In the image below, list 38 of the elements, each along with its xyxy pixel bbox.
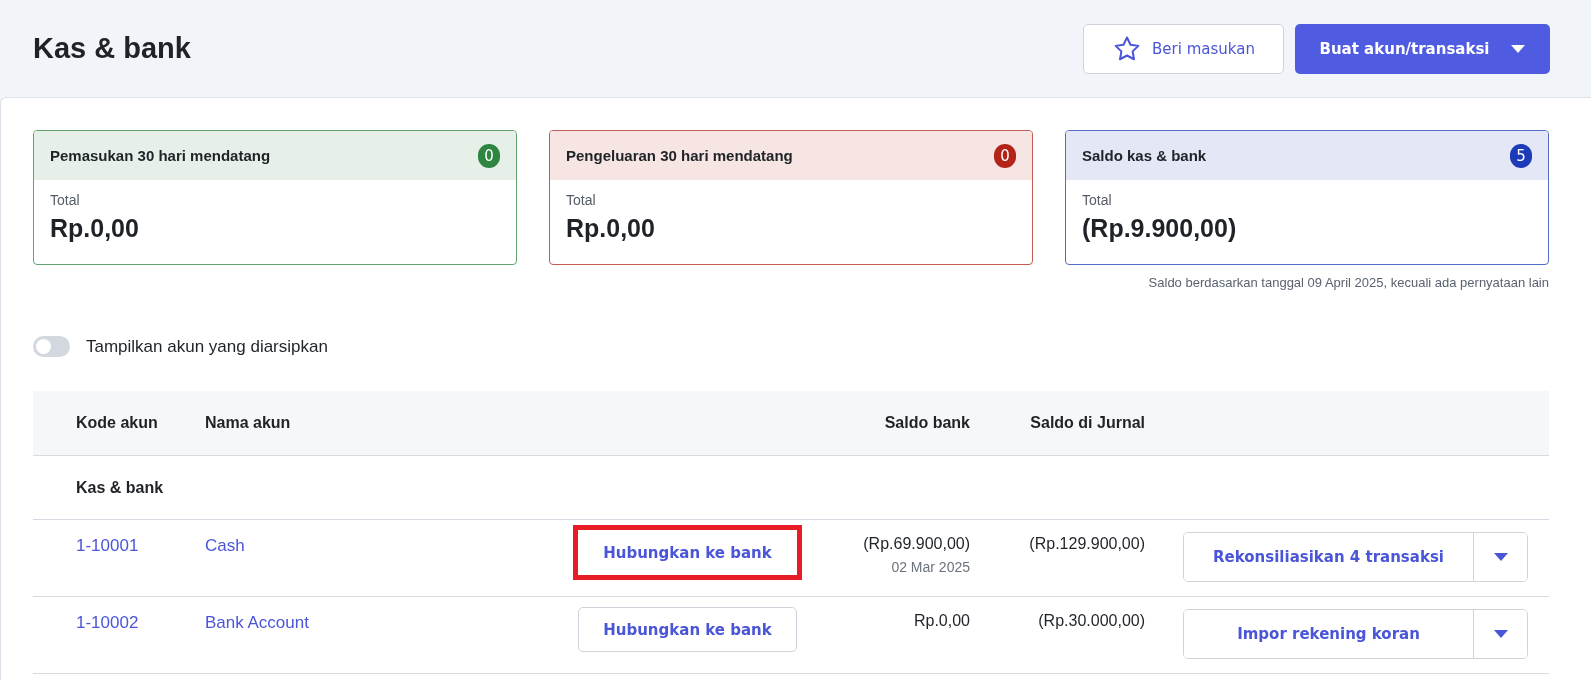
count-badge: 0 <box>478 143 500 168</box>
caret-icon <box>1493 553 1508 561</box>
balance-date: 02 Mar 2025 <box>891 559 970 575</box>
toggle-label: Tampilkan akun yang diarsipkan <box>86 336 328 357</box>
total-amount: Rp.0,00 <box>566 214 656 243</box>
balance-note: Saldo berdasarkan tanggal 09 April 2025, kecuali ada pernyataan lain <box>1147 275 1549 290</box>
account-name-link[interactable]: Bank Account <box>205 597 576 633</box>
bank-balance: Rp.0,00 <box>913 612 970 630</box>
count-badge: 0 <box>994 143 1016 168</box>
bank-balance: (Rp.69.900,00) <box>863 535 970 553</box>
account-code-link[interactable]: 1-10002 <box>76 597 205 633</box>
page-title: Kas & bank <box>33 32 191 65</box>
total-amount: (Rp.9.900,00) <box>1082 214 1238 243</box>
connect-bank-button[interactable]: Hubungkan ke bank <box>578 607 797 652</box>
action-button[interactable]: Impor rekening koran <box>1184 610 1474 658</box>
count-badge: 5 <box>1510 143 1532 168</box>
action-button[interactable]: Rekonsiliasikan 4 transaksi <box>1184 533 1474 581</box>
total-label: Total <box>50 192 81 208</box>
column-header: Saldo di Jurnal <box>1029 414 1145 432</box>
journal-balance: (Rp.30.000,00) <box>1038 612 1145 630</box>
card-title: Saldo kas & bank <box>1082 147 1207 164</box>
column-header: Nama akun <box>205 414 292 432</box>
total-label: Total <box>566 192 597 208</box>
caret-icon <box>1493 630 1508 638</box>
account-code-link[interactable]: 1-10001 <box>76 520 205 556</box>
create-button[interactable]: Buat akun/transaksi <box>1295 23 1550 74</box>
journal-balance: (Rp.129.900,00) <box>1029 535 1145 553</box>
card-title: Pengeluaran 30 hari mendatang <box>566 147 793 164</box>
card-title: Pemasukan 30 hari mendatang <box>50 147 271 164</box>
total-label: Total <box>1082 192 1113 208</box>
archive-toggle[interactable] <box>33 336 70 357</box>
column-header: Kode akun <box>76 414 159 432</box>
account-name-link[interactable]: Cash <box>205 520 576 556</box>
caret-icon <box>1509 43 1526 54</box>
feedback-button[interactable]: Beri masukan <box>1083 23 1284 74</box>
group-label: Kas & bank <box>76 478 165 497</box>
total-amount: Rp.0,00 <box>50 214 140 243</box>
column-header: Saldo bank <box>883 414 970 432</box>
